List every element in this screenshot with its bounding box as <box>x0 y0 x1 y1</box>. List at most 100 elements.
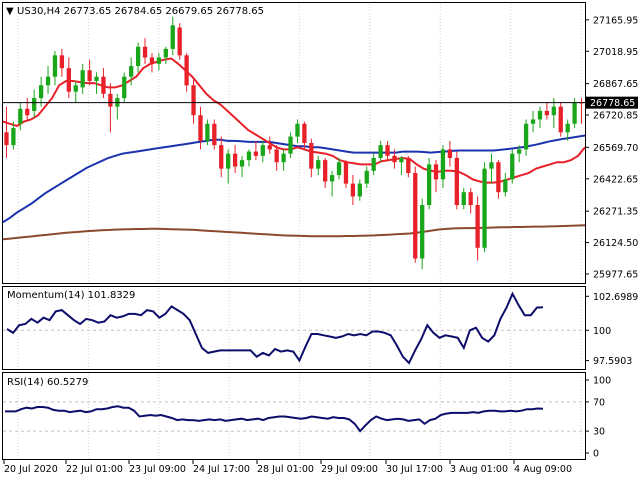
candle-body <box>177 27 182 56</box>
candle <box>468 187 473 214</box>
rsi-line <box>5 405 544 433</box>
ma-slow-line <box>2 224 586 241</box>
candle <box>281 149 286 171</box>
candle-body <box>59 55 65 69</box>
candle-body <box>246 151 252 161</box>
candle <box>475 196 480 261</box>
candle-body <box>101 76 106 94</box>
time-x-axis: 20 Jul 2020 22 Jul 01:00 23 Jul 09:00 24 Ju… <box>3 460 572 475</box>
candle-body <box>454 157 459 206</box>
y-tick-label: 26720.85 <box>593 111 638 122</box>
candle-body <box>52 55 58 77</box>
candle-body <box>87 70 92 81</box>
candle <box>530 110 536 133</box>
candle <box>378 140 383 163</box>
candle <box>309 138 314 178</box>
y-tick-label: 26867.65 <box>593 79 638 90</box>
candle-body <box>191 85 196 116</box>
candle <box>45 66 51 94</box>
candle <box>32 89 37 118</box>
y-tick-label: 100 <box>593 376 611 387</box>
price-panel[interactable]: 27165.95 27018.95 26867.65 26720.85 26569.70… <box>2 2 639 284</box>
candle-body <box>170 25 175 49</box>
chart-menu-arrow-icon[interactable]: ▼ <box>6 6 14 17</box>
candle-body <box>350 183 356 197</box>
candle <box>18 102 23 131</box>
candle-body <box>4 132 9 146</box>
candle <box>510 149 515 184</box>
candle-body <box>108 93 113 107</box>
trading-chart[interactable]: 27165.95 27018.95 26867.65 26720.85 26569.70… <box>0 0 640 480</box>
candle <box>122 72 127 103</box>
candle <box>413 166 418 263</box>
current-price-label: 26778.65 <box>590 98 635 109</box>
candle-body <box>274 149 279 163</box>
candle-body <box>371 157 376 171</box>
candle <box>295 119 300 143</box>
candle-body <box>122 76 127 99</box>
candle-body <box>323 160 328 182</box>
candle-body <box>198 115 203 141</box>
candle <box>73 80 78 103</box>
candle-body <box>38 85 44 99</box>
candle-body <box>447 149 453 158</box>
candle <box>447 140 453 167</box>
candle <box>142 38 148 64</box>
candle-body <box>336 162 342 176</box>
candle <box>329 170 335 197</box>
candle-body <box>309 143 314 169</box>
y-tick-label: 100 <box>593 326 611 337</box>
candle <box>149 53 155 73</box>
candle <box>420 198 425 270</box>
candle <box>163 46 168 64</box>
candle-body <box>295 123 300 137</box>
candle <box>316 155 321 176</box>
candle <box>440 145 446 188</box>
candle <box>232 145 238 173</box>
candle <box>454 151 459 210</box>
candle <box>135 42 141 73</box>
candle <box>184 53 189 92</box>
candle-body <box>163 48 168 58</box>
price-y-axis: 27165.95 27018.95 26867.65 26720.85 26569.70… <box>585 15 638 280</box>
candle-body <box>420 205 425 259</box>
price-panel-frame <box>2 2 586 284</box>
candle-body <box>239 160 245 167</box>
candle <box>364 166 369 188</box>
candle <box>343 160 349 188</box>
candle <box>260 140 265 163</box>
candle-body <box>129 66 134 77</box>
momentum-series <box>6 291 544 365</box>
candle-body <box>219 145 224 169</box>
momentum-panel[interactable]: 102.6989 100 97.5903 Momentum(14) 101.8329 <box>2 286 639 370</box>
price-header: US30,H4 26773.65 26784.65 26679.65 26778… <box>17 6 264 17</box>
candle <box>267 136 272 154</box>
candle <box>350 175 356 206</box>
candle <box>357 179 362 201</box>
rsi-y-axis: 100 70 30 0 <box>585 376 611 460</box>
candle <box>489 153 494 184</box>
rsi-grid <box>3 374 585 459</box>
candle-body <box>364 170 369 184</box>
candle-body <box>281 153 286 163</box>
candle-body <box>378 145 383 158</box>
rsi-header: RSI(14) 60.5279 <box>7 377 88 388</box>
candle-body <box>482 168 487 248</box>
rsi-panel[interactable]: 100 70 30 0 RSI(14) 60.5279 <box>2 372 612 460</box>
candle <box>399 155 404 176</box>
candle <box>66 57 71 99</box>
candle <box>537 106 543 129</box>
candle-body <box>135 46 141 67</box>
candle-body <box>440 149 446 180</box>
candle-body <box>503 179 508 193</box>
candle <box>52 51 58 86</box>
candle-body <box>558 106 563 133</box>
candle <box>38 76 44 107</box>
candle-body <box>80 70 85 88</box>
candle-body <box>73 85 78 92</box>
candle-body <box>413 172 418 259</box>
x-tick-label: 30 Jul 17:00 <box>386 464 443 475</box>
candle-body <box>510 153 515 180</box>
y-tick-label: 26422.65 <box>593 174 638 185</box>
price-grid <box>17 4 582 282</box>
